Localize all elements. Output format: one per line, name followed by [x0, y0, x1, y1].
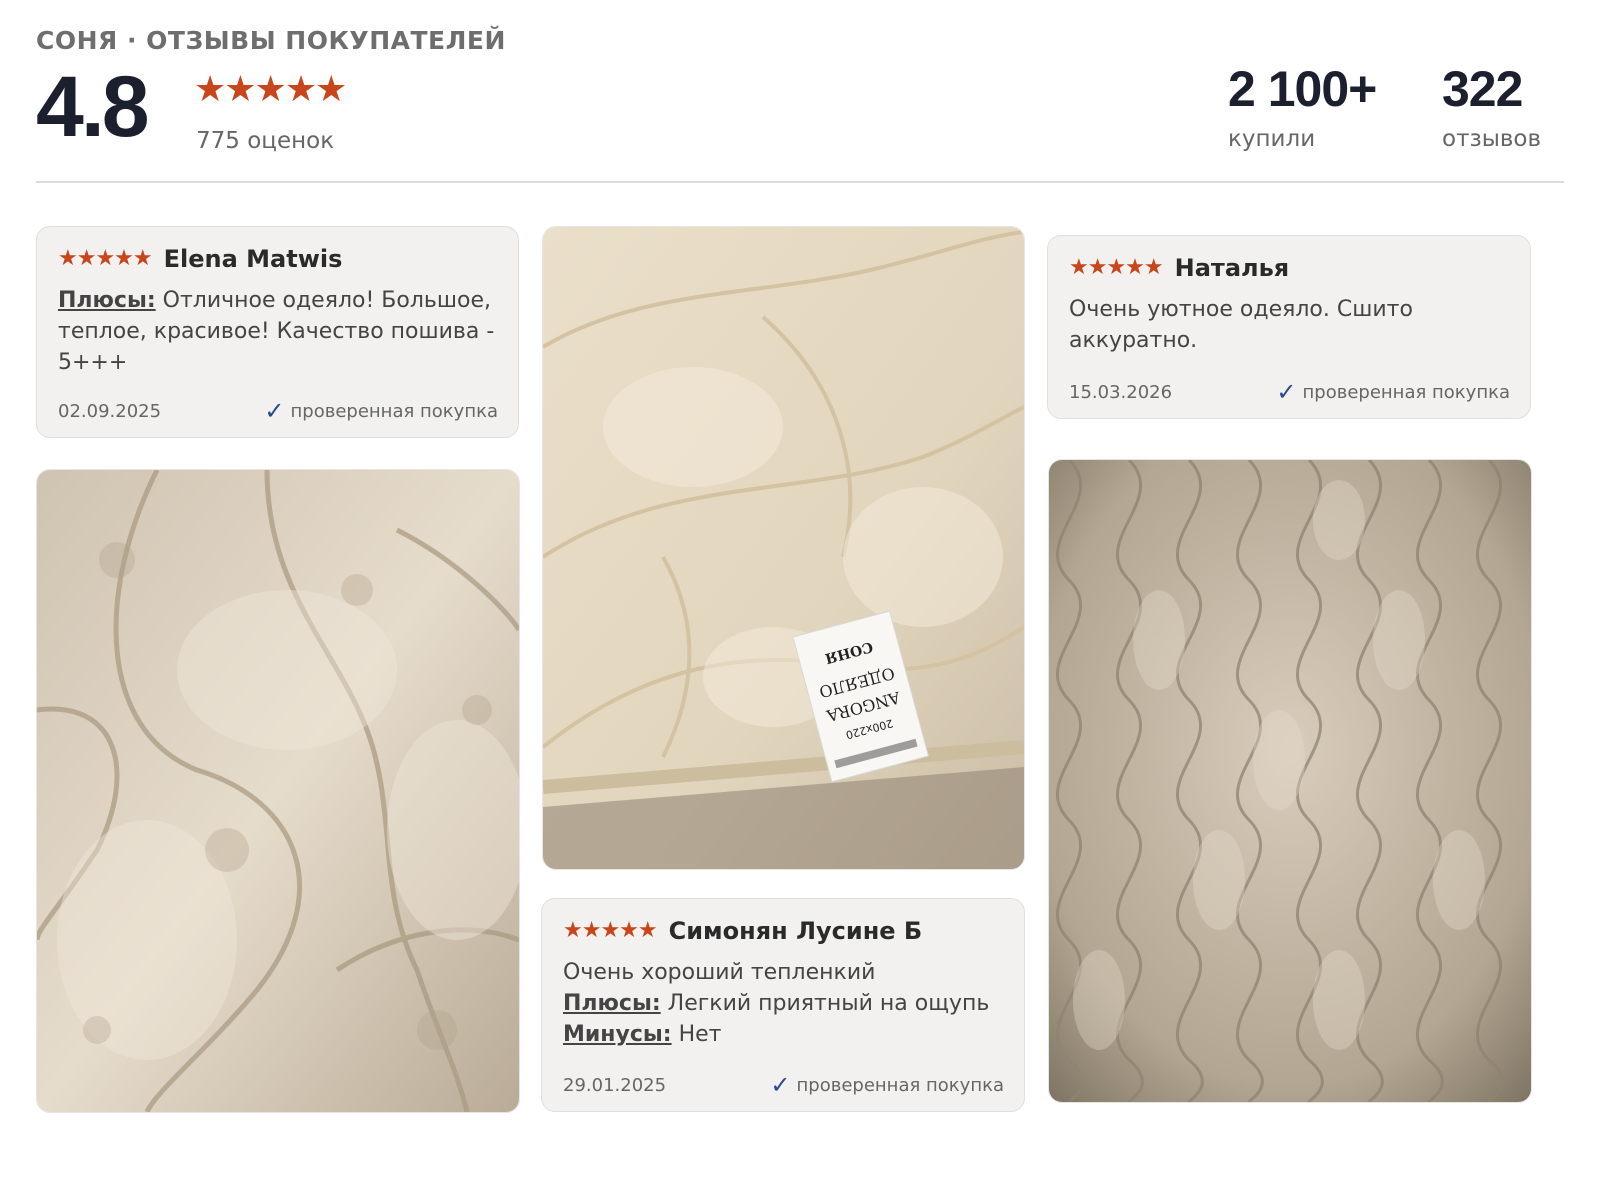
verified-label: проверенная покупка — [290, 400, 498, 422]
rating-header: СОНЯ · ОТЗЫВЫ ПОКУПАТЕЛЕЙ 4.8 ★★★★★ 775 … — [36, 22, 1564, 182]
verified-label: проверенная покупка — [796, 1074, 1004, 1096]
star-icon: ★★★★★ — [563, 918, 658, 943]
review-photo[interactable] — [36, 469, 520, 1113]
header-divider — [36, 181, 1564, 183]
blanket-label-photo: СОНЯ ОДЕЯЛО ANGORA 200x220 — [543, 227, 1024, 869]
verified-badge: ✓ проверенная покупка — [264, 399, 498, 423]
ratings-count: 775 оценок — [196, 128, 335, 154]
review-author: Elena Matwis — [163, 245, 343, 273]
average-rating: 4.8 — [36, 59, 150, 155]
pros-label: Плюсы: — [563, 991, 661, 1016]
bought-stat: 2 100+ купили — [1228, 61, 1377, 152]
review-card[interactable]: ★★★★★ Elena Matwis Плюсы: Отличное одеял… — [36, 226, 519, 438]
cons-label: Минусы: — [563, 1022, 672, 1047]
review-text: Очень уютное одеяло. Сшито аккуратно. — [1069, 297, 1413, 353]
checkmark-icon: ✓ — [770, 1071, 791, 1099]
pros-text: Легкий приятный на ощупь — [660, 991, 990, 1016]
review-comment: Очень хороший тепленкий — [563, 960, 876, 985]
reviews-label: отзывов — [1442, 126, 1542, 152]
reviews-stat[interactable]: 322 отзывов — [1442, 64, 1541, 152]
review-date: 02.09.2025 — [58, 400, 162, 422]
verified-badge: ✓ проверенная покупка — [1276, 380, 1510, 404]
pros-label: Плюсы: — [58, 288, 156, 313]
bought-value: 2 100+ — [1228, 61, 1377, 117]
rating-stars-icon: ★★★★★ — [194, 69, 347, 110]
review-photo[interactable] — [1048, 459, 1532, 1103]
review-text: Плюсы: Отличное одеяло! Большое, теплое,… — [58, 285, 498, 378]
review-author: Наталья — [1174, 254, 1290, 282]
checkmark-icon: ✓ — [264, 397, 285, 425]
checkmark-icon: ✓ — [1276, 378, 1297, 406]
review-date: 29.01.2025 — [563, 1074, 667, 1096]
cons-text: Нет — [671, 1022, 722, 1047]
review-photo[interactable]: СОНЯ ОДЕЯЛО ANGORA 200x220 — [542, 226, 1025, 870]
star-icon: ★★★★★ — [1069, 255, 1164, 280]
review-author: Симонян Лусине Б — [668, 917, 923, 945]
verified-badge: ✓ проверенная покупка — [770, 1073, 1004, 1097]
review-card[interactable]: ★★★★★ Симонян Лусине Б Очень хороший теп… — [541, 898, 1025, 1112]
bought-label: купили — [1228, 126, 1316, 152]
reviews-value: 322 — [1442, 61, 1523, 117]
verified-label: проверенная покупка — [1302, 381, 1510, 403]
star-icon: ★★★★★ — [58, 246, 153, 271]
quilted-blanket-photo — [1049, 460, 1531, 1102]
blanket-photo — [37, 470, 519, 1112]
review-text: Очень хороший тепленкий Плюсы: Легкий пр… — [563, 957, 1004, 1050]
review-card[interactable]: ★★★★★ Наталья Очень уютное одеяло. Сшито… — [1047, 235, 1531, 419]
page-title: СОНЯ · ОТЗЫВЫ ПОКУПАТЕЛЕЙ — [36, 26, 506, 55]
review-date: 15.03.2026 — [1069, 381, 1173, 403]
